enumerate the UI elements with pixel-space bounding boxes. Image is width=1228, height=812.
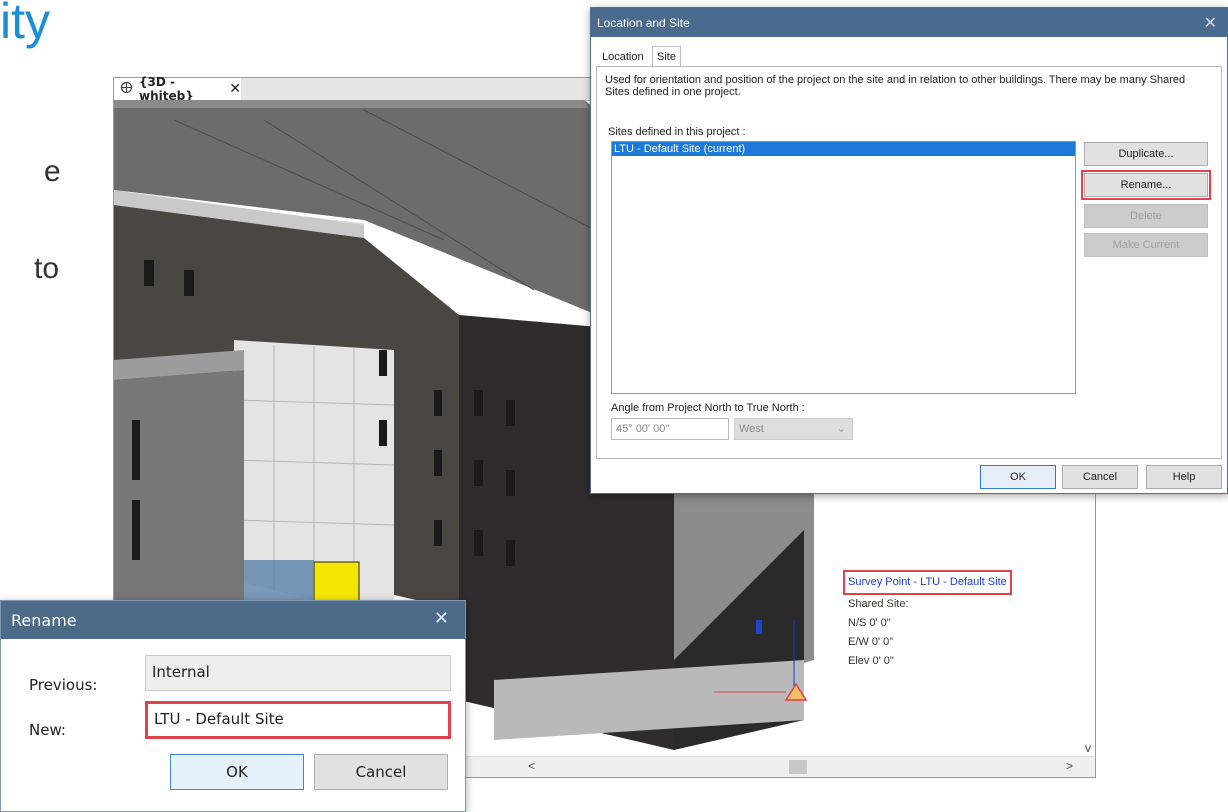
ew-value: E/W 0' 0": [848, 636, 894, 648]
new-name-input[interactable]: LTU - Default Site: [145, 701, 451, 739]
horizontal-scrollbar[interactable]: < >: [454, 756, 1095, 777]
rename-dialog: Rename ✕ Previous: Internal New: LTU - D…: [0, 600, 466, 812]
make-current-button[interactable]: Make Current: [1084, 233, 1208, 257]
chevron-down-icon: ⌄: [836, 423, 846, 435]
close-icon[interactable]: ✕: [229, 81, 241, 97]
tab-site[interactable]: Site: [652, 46, 681, 67]
angle-label: Angle from Project North to True North :: [611, 402, 805, 414]
scroll-thumb[interactable]: [789, 760, 807, 774]
view-tab-label: {3D - whiteb}: [139, 75, 194, 103]
tab-location[interactable]: Location: [598, 48, 648, 66]
dialog-title: Location and Site: [597, 15, 690, 30]
slide-title: ity: [0, 0, 50, 49]
scroll-right-icon[interactable]: >: [1066, 759, 1073, 773]
previous-field: Internal: [145, 655, 451, 691]
ok-button[interactable]: OK: [170, 754, 304, 790]
sites-list[interactable]: LTU - Default Site (current): [611, 141, 1076, 394]
direction-select[interactable]: West ⌄: [734, 418, 853, 440]
elev-value: Elev 0' 0": [848, 655, 894, 667]
rename-title-bar: Rename ✕: [1, 601, 465, 639]
rename-title: Rename: [11, 610, 77, 630]
list-item[interactable]: LTU - Default Site (current): [612, 142, 1075, 156]
close-icon[interactable]: ✕: [434, 608, 449, 629]
sites-list-label: Sites defined in this project :: [608, 126, 746, 138]
previous-label: Previous:: [29, 676, 98, 694]
shared-site-label: Shared Site:: [848, 598, 909, 610]
ok-button[interactable]: OK: [980, 465, 1056, 489]
slide-text-fragment-2: to: [34, 252, 60, 285]
close-icon[interactable]: ✕: [1204, 13, 1217, 33]
rename-button[interactable]: Rename...: [1081, 170, 1211, 200]
3d-view-icon: [120, 81, 133, 97]
new-label: New:: [29, 721, 66, 739]
site-description: Used for orientation and position of the…: [605, 74, 1186, 98]
angle-input[interactable]: 45° 00' 00": [611, 418, 729, 440]
help-button[interactable]: Help: [1146, 465, 1222, 489]
scroll-down-icon[interactable]: v: [1085, 741, 1091, 755]
ns-value: N/S 0' 0": [848, 617, 891, 629]
survey-point-annotation[interactable]: Survey Point - LTU - Default Site Shared…: [843, 570, 1012, 671]
dialog-title-bar: Location and Site ✕: [591, 8, 1227, 37]
cancel-button[interactable]: Cancel: [314, 754, 448, 790]
direction-value: West: [739, 423, 764, 435]
survey-point-title: Survey Point - LTU - Default Site: [843, 570, 1012, 595]
scroll-left-icon[interactable]: <: [528, 759, 535, 773]
slide-text-fragment-1: e: [44, 155, 61, 188]
cancel-button[interactable]: Cancel: [1062, 465, 1138, 489]
view-tab-3d[interactable]: {3D - whiteb} ✕: [114, 75, 241, 103]
delete-button[interactable]: Delete: [1084, 204, 1208, 228]
location-and-site-dialog: Location and Site ✕ Location Site Used f…: [590, 7, 1228, 494]
duplicate-button[interactable]: Duplicate...: [1084, 142, 1208, 166]
